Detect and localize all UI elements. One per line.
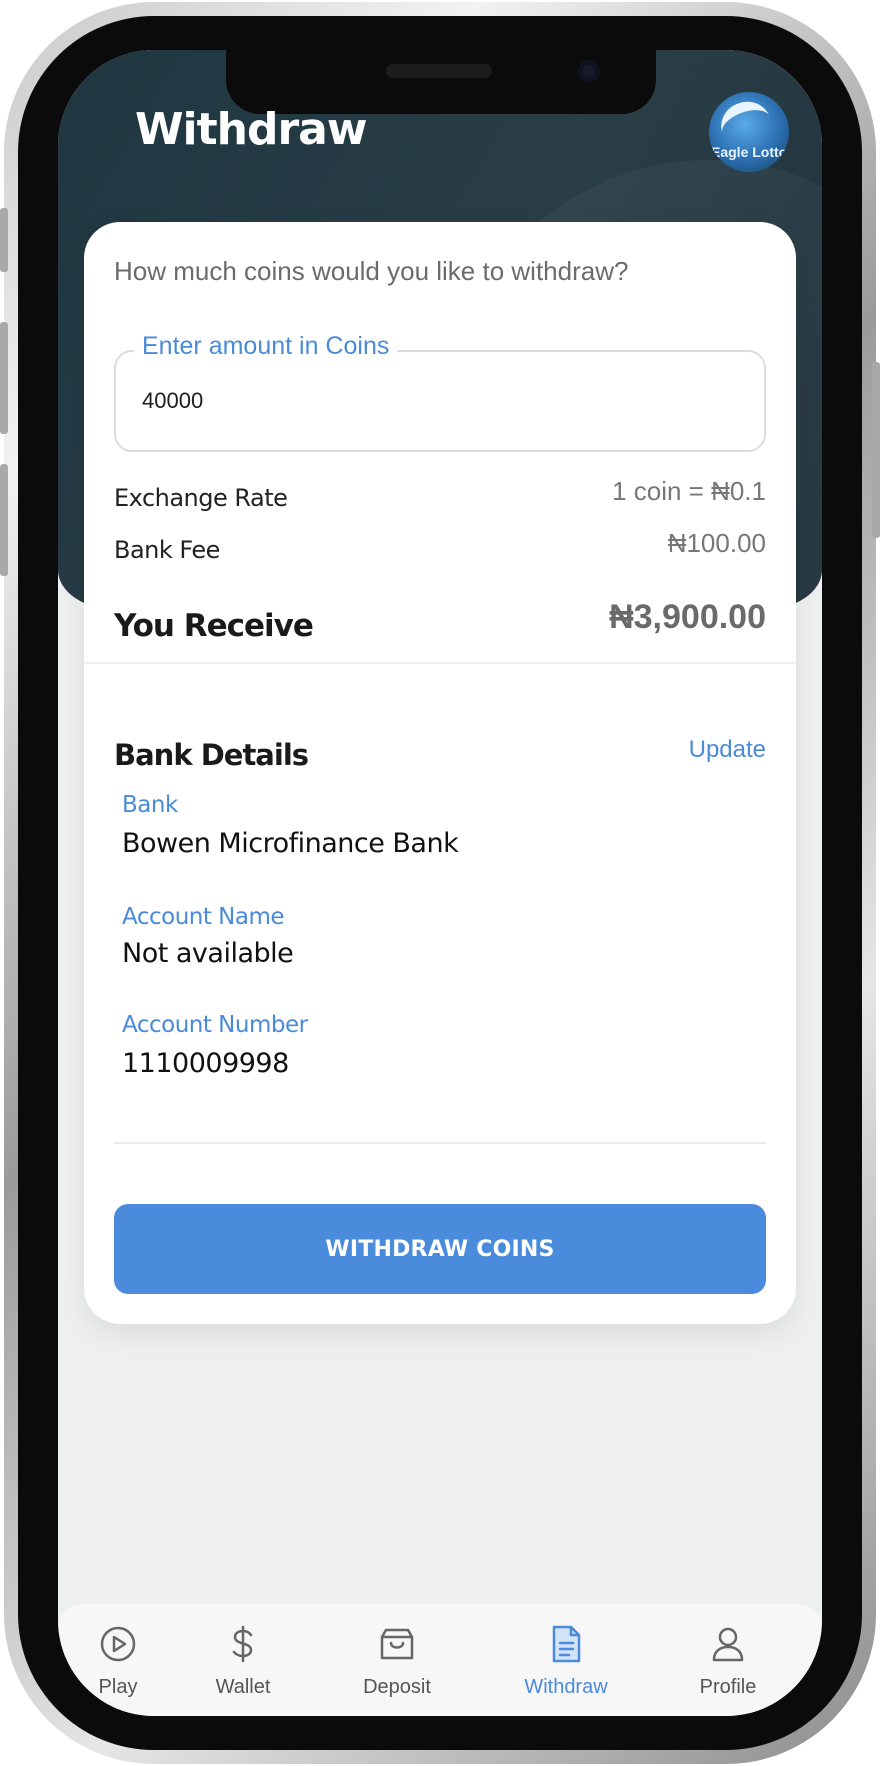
nav-label-profile: Profile bbox=[699, 1676, 757, 1698]
shopping-bag-icon bbox=[380, 1628, 414, 1660]
page-title: Withdraw bbox=[135, 104, 368, 155]
document-icon bbox=[552, 1625, 581, 1663]
exchange-rate-label: Exchange Rate bbox=[114, 484, 288, 512]
account-number-value: 1110009998 bbox=[122, 1048, 289, 1079]
details-divider bbox=[114, 1142, 766, 1144]
section-divider bbox=[84, 662, 796, 664]
nav-item-withdraw[interactable]: Withdraw bbox=[506, 1624, 626, 1699]
amount-input-value[interactable]: 40000 bbox=[142, 388, 203, 414]
bank-value: Bowen Microfinance Bank bbox=[122, 828, 459, 859]
account-name-label: Account Name bbox=[122, 904, 285, 930]
volume-down-button bbox=[0, 464, 8, 576]
amount-input-label: Enter amount in Coins bbox=[134, 332, 398, 361]
bank-fee-label: Bank Fee bbox=[114, 536, 220, 564]
withdraw-coins-button[interactable]: WITHDRAW COINS bbox=[114, 1204, 766, 1294]
front-camera bbox=[578, 60, 600, 82]
nav-item-wallet[interactable]: Wallet bbox=[183, 1624, 303, 1699]
app-screen: Withdraw Eagle Lotto How much coins woul… bbox=[58, 50, 822, 1716]
withdraw-question: How much coins would you like to withdra… bbox=[114, 256, 629, 286]
nav-item-play[interactable]: Play bbox=[58, 1624, 178, 1699]
nav-item-deposit[interactable]: Deposit bbox=[337, 1624, 457, 1699]
play-icon bbox=[100, 1626, 136, 1662]
power-button bbox=[872, 362, 880, 538]
update-bank-link[interactable]: Update bbox=[689, 736, 766, 764]
bank-fee-value: ₦100.00 bbox=[667, 528, 766, 558]
nav-label-wallet: Wallet bbox=[215, 1676, 271, 1698]
you-receive-label: You Receive bbox=[114, 608, 314, 644]
bank-details-title: Bank Details bbox=[114, 738, 309, 772]
earpiece-speaker bbox=[386, 64, 492, 78]
volume-up-button bbox=[0, 322, 8, 434]
amount-input-field[interactable]: Enter amount in Coins 40000 bbox=[114, 332, 766, 452]
exchange-rate-value: 1 coin = ₦0.1 bbox=[612, 476, 766, 506]
app-logo: Eagle Lotto bbox=[709, 92, 789, 172]
dollar-icon bbox=[232, 1625, 253, 1663]
bottom-navigation: Play Wallet Deposit Withdraw Profile bbox=[58, 1604, 822, 1716]
withdraw-card: How much coins would you like to withdra… bbox=[84, 222, 796, 1324]
user-icon bbox=[712, 1627, 744, 1662]
you-receive-value: ₦3,900.00 bbox=[609, 598, 766, 636]
nav-label-withdraw: Withdraw bbox=[524, 1676, 608, 1698]
account-number-label: Account Number bbox=[122, 1012, 308, 1038]
mute-switch bbox=[0, 208, 8, 272]
bank-label: Bank bbox=[122, 792, 178, 818]
nav-item-profile[interactable]: Profile bbox=[668, 1624, 788, 1699]
logo-text: Eagle Lotto bbox=[711, 144, 788, 160]
account-name-value: Not available bbox=[122, 938, 294, 969]
nav-label-play: Play bbox=[98, 1676, 138, 1698]
nav-label-deposit: Deposit bbox=[363, 1676, 431, 1698]
